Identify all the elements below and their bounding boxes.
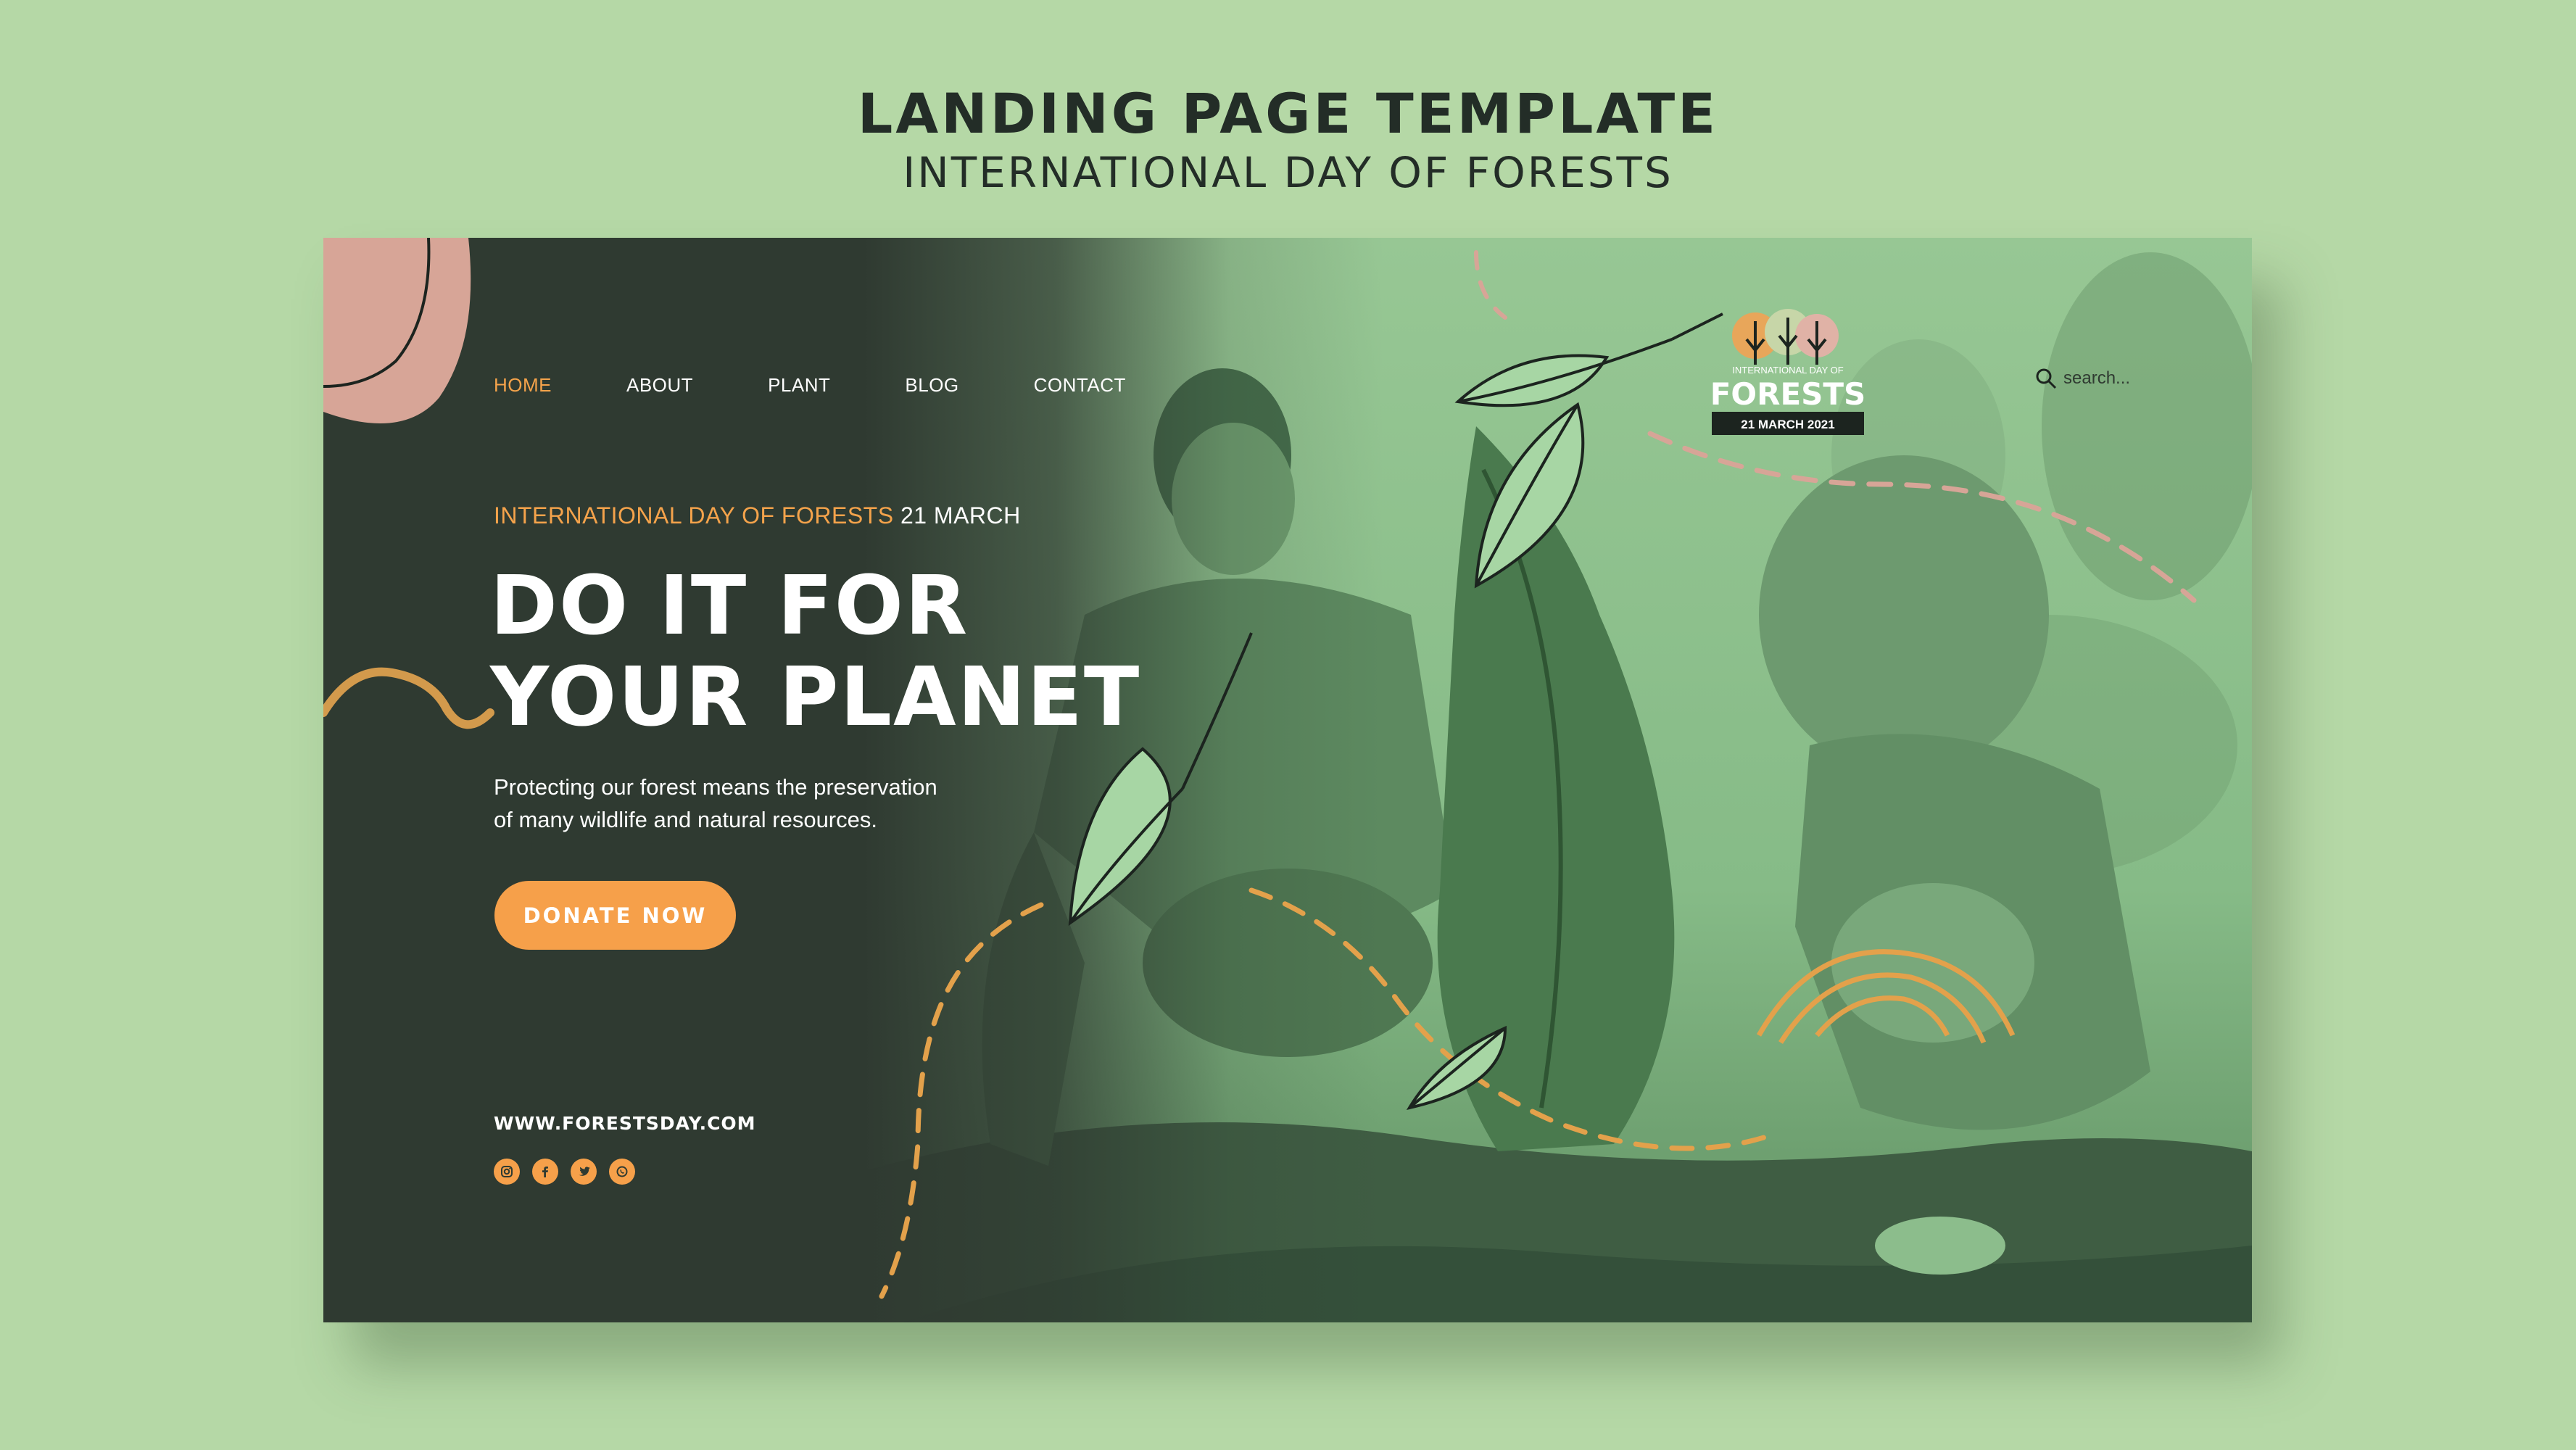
document-subtitle: INTERNATIONAL DAY OF FORESTS <box>903 148 1673 197</box>
nav-item-blog[interactable]: BLOG <box>905 374 958 397</box>
search-input[interactable] <box>2063 368 2208 389</box>
hero-description-line1: Protecting our forest means the preserva… <box>494 774 937 800</box>
social-links <box>494 1159 647 1185</box>
twitter-icon[interactable] <box>571 1159 597 1185</box>
hero-eyebrow-date: 21 MARCH <box>900 502 1021 529</box>
hero-description-line2: of many wildlife and natural resources. <box>494 807 877 832</box>
hero-eyebrow: INTERNATIONAL DAY OF FORESTS 21 MARCH <box>494 502 1021 529</box>
document-title: LANDING PAGE TEMPLATE <box>857 81 1719 146</box>
facebook-icon[interactable] <box>532 1159 558 1185</box>
logo-date: 21 MARCH 2021 <box>1741 418 1834 431</box>
hero-headline-line1: DO IT FOR <box>490 559 969 653</box>
main-nav: HOME ABOUT PLANT BLOG CONTACT <box>494 367 1201 403</box>
logo-name: FORESTS <box>1710 376 1866 412</box>
forests-logo[interactable]: INTERNATIONAL DAY OF FORESTS 21 MARCH 20… <box>1683 307 1893 444</box>
document-header: LANDING PAGE TEMPLATE INTERNATIONAL DAY … <box>0 81 2576 199</box>
nav-item-contact[interactable]: CONTACT <box>1034 374 1126 397</box>
hero-description: Protecting our forest means the preserva… <box>494 771 1016 836</box>
instagram-icon[interactable] <box>494 1159 520 1185</box>
landing-page-mockup: HOME ABOUT PLANT BLOG CONTACT INTERNATIO… <box>323 238 2252 1322</box>
hero-eyebrow-title: INTERNATIONAL DAY OF FORESTS <box>494 502 894 529</box>
logo-top-text: INTERNATIONAL DAY OF <box>1732 365 1843 376</box>
nav-item-about[interactable]: ABOUT <box>626 374 693 397</box>
nav-item-home[interactable]: HOME <box>494 374 552 397</box>
nav-item-plant[interactable]: PLANT <box>768 374 830 397</box>
search-bar[interactable] <box>2034 367 2208 390</box>
whatsapp-icon[interactable] <box>609 1159 635 1185</box>
hero-headline-line2: YOUR PLANET <box>490 650 1141 745</box>
search-icon[interactable] <box>2034 367 2058 390</box>
hero-headline: DO IT FOR YOUR PLANET <box>490 560 1140 743</box>
website-link[interactable]: WWW.FORESTSDAY.COM <box>494 1113 756 1134</box>
donate-now-button[interactable]: DONATE NOW <box>494 881 736 950</box>
